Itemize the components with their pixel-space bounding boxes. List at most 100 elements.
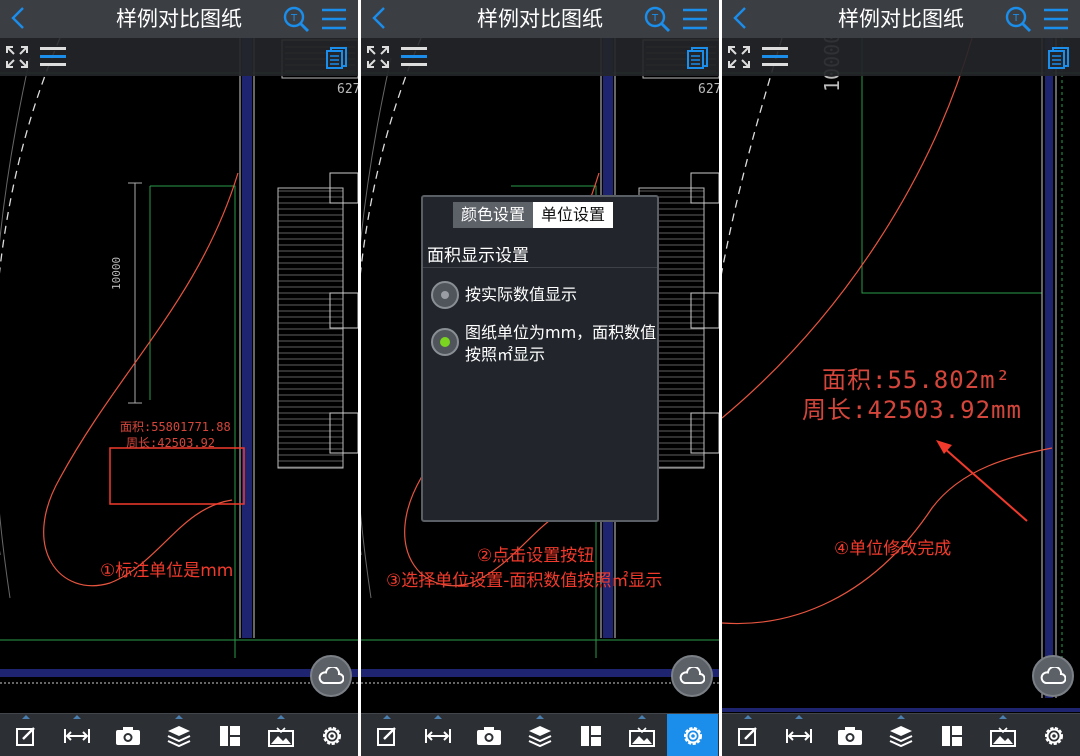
annotation-note: ②点击设置按钮 xyxy=(477,546,595,566)
measure-icon xyxy=(424,728,451,743)
fullscreen-icon[interactable] xyxy=(727,45,751,69)
layers-button[interactable] xyxy=(153,714,204,756)
menu-icon[interactable] xyxy=(320,7,348,31)
title-bar: 样例对比图纸 T xyxy=(722,0,1080,38)
measure-button[interactable] xyxy=(773,714,824,756)
edge-number: 627 xyxy=(337,82,358,97)
cloud-button[interactable] xyxy=(671,655,713,697)
document-list-icon[interactable] xyxy=(1048,47,1070,69)
layers-button[interactable] xyxy=(514,714,565,756)
image-button[interactable] xyxy=(616,714,667,756)
screen-panel-3: 面积:55.802m² 周长:42503.92mm 10000 ④单位修改完成 … xyxy=(722,0,1080,756)
divider xyxy=(423,267,657,268)
image-icon xyxy=(989,726,1016,747)
layers-icon xyxy=(528,725,551,747)
cloud-icon xyxy=(1040,667,1066,684)
view-toolstrip xyxy=(0,38,358,76)
bottom-toolbar xyxy=(0,713,358,756)
layers-button[interactable] xyxy=(875,714,926,756)
settings-button[interactable] xyxy=(667,714,718,756)
area-label: 面积:55.802m² xyxy=(822,366,1012,394)
edit-button[interactable] xyxy=(361,714,412,756)
document-list-icon[interactable] xyxy=(687,47,709,69)
screen-panel-1: 面积:55801771.88 周长:42503.92 10000 627 ①标注… xyxy=(0,0,358,756)
gear-icon xyxy=(683,726,702,745)
dimension-label: 10000 xyxy=(110,256,123,290)
menu-icon[interactable] xyxy=(681,7,709,31)
perimeter-label: 周长:42503.92 xyxy=(126,436,216,450)
annotation-note: ④单位修改完成 xyxy=(834,539,952,559)
gear-icon xyxy=(322,726,341,745)
option-actual-value-label[interactable]: 按实际数值显示 xyxy=(465,284,577,306)
camera-button[interactable] xyxy=(824,714,875,756)
layout-icon xyxy=(580,725,601,746)
settings-button[interactable] xyxy=(306,714,357,756)
edit-icon xyxy=(376,726,396,746)
search-icon[interactable]: T xyxy=(1004,5,1032,33)
settings-button[interactable] xyxy=(1028,714,1079,756)
edit-icon xyxy=(15,726,35,746)
screen-panel-2: 627 颜色设置 单位设置 面积显示设置 按实际数值显示 图纸单位为mm，面积数… xyxy=(361,0,719,756)
document-list-icon[interactable] xyxy=(326,47,348,69)
settings-dialog: 颜色设置 单位设置 面积显示设置 按实际数值显示 图纸单位为mm，面积数值按照㎡… xyxy=(421,195,659,522)
title-bar: 样例对比图纸 T xyxy=(0,0,358,38)
image-button[interactable] xyxy=(255,714,306,756)
cloud-icon xyxy=(318,667,344,684)
annotation-note: ①标注单位是mm xyxy=(100,561,234,581)
layer-toggle-icon[interactable] xyxy=(762,47,788,67)
svg-text:T: T xyxy=(651,13,659,24)
option-mm-to-sqm-label[interactable]: 图纸单位为mm，面积数值按照㎡显示 xyxy=(465,322,661,366)
annotation-note: ③选择单位设置-面积数值按照㎡显示 xyxy=(386,571,663,591)
measure-icon xyxy=(63,728,90,743)
view-toolstrip xyxy=(361,38,719,76)
radio-mm-to-sqm[interactable] xyxy=(431,328,459,356)
edit-icon xyxy=(737,726,757,746)
radio-actual-value[interactable] xyxy=(431,281,459,309)
layout-button[interactable] xyxy=(204,714,255,756)
fullscreen-icon[interactable] xyxy=(366,45,390,69)
camera-icon xyxy=(115,726,140,745)
area-label: 面积:55801771.88 xyxy=(120,420,231,434)
search-icon[interactable]: T xyxy=(643,5,671,33)
settings-tabs: 颜色设置 单位设置 xyxy=(453,202,614,228)
layer-toggle-icon[interactable] xyxy=(40,47,66,67)
bottom-toolbar xyxy=(361,713,719,756)
layers-icon xyxy=(167,725,190,747)
gear-icon xyxy=(1044,726,1063,745)
measure-icon xyxy=(785,728,812,743)
edge-number: 627 xyxy=(698,82,719,97)
layers-icon xyxy=(889,725,912,747)
camera-icon xyxy=(476,726,501,745)
view-toolstrip xyxy=(722,38,1080,76)
title-bar: 样例对比图纸 T xyxy=(361,0,719,38)
image-icon xyxy=(628,726,655,747)
edit-button[interactable] xyxy=(722,714,773,756)
camera-icon xyxy=(837,726,862,745)
svg-text:T: T xyxy=(290,13,298,24)
layout-icon xyxy=(219,725,240,746)
layer-toggle-icon[interactable] xyxy=(401,47,427,67)
perimeter-label: 周长:42503.92mm xyxy=(802,396,1022,424)
svg-text:T: T xyxy=(1012,13,1020,24)
measure-button[interactable] xyxy=(51,714,102,756)
layout-icon xyxy=(941,725,962,746)
camera-button[interactable] xyxy=(463,714,514,756)
bottom-toolbar xyxy=(722,713,1080,756)
layout-button[interactable] xyxy=(926,714,977,756)
camera-button[interactable] xyxy=(102,714,153,756)
menu-icon[interactable] xyxy=(1042,7,1070,31)
image-button[interactable] xyxy=(977,714,1028,756)
tab-unit-settings[interactable]: 单位设置 xyxy=(533,202,614,228)
measure-button[interactable] xyxy=(412,714,463,756)
cloud-button[interactable] xyxy=(310,655,352,697)
fullscreen-icon[interactable] xyxy=(5,45,29,69)
image-icon xyxy=(267,726,294,747)
cloud-button[interactable] xyxy=(1032,655,1074,697)
area-display-heading: 面积显示设置 xyxy=(427,246,529,266)
cloud-icon xyxy=(679,667,705,684)
layout-button[interactable] xyxy=(565,714,616,756)
edit-button[interactable] xyxy=(0,714,51,756)
tab-color-settings[interactable]: 颜色设置 xyxy=(453,202,534,228)
cad-drawing[interactable] xyxy=(0,38,358,713)
search-icon[interactable]: T xyxy=(282,5,310,33)
